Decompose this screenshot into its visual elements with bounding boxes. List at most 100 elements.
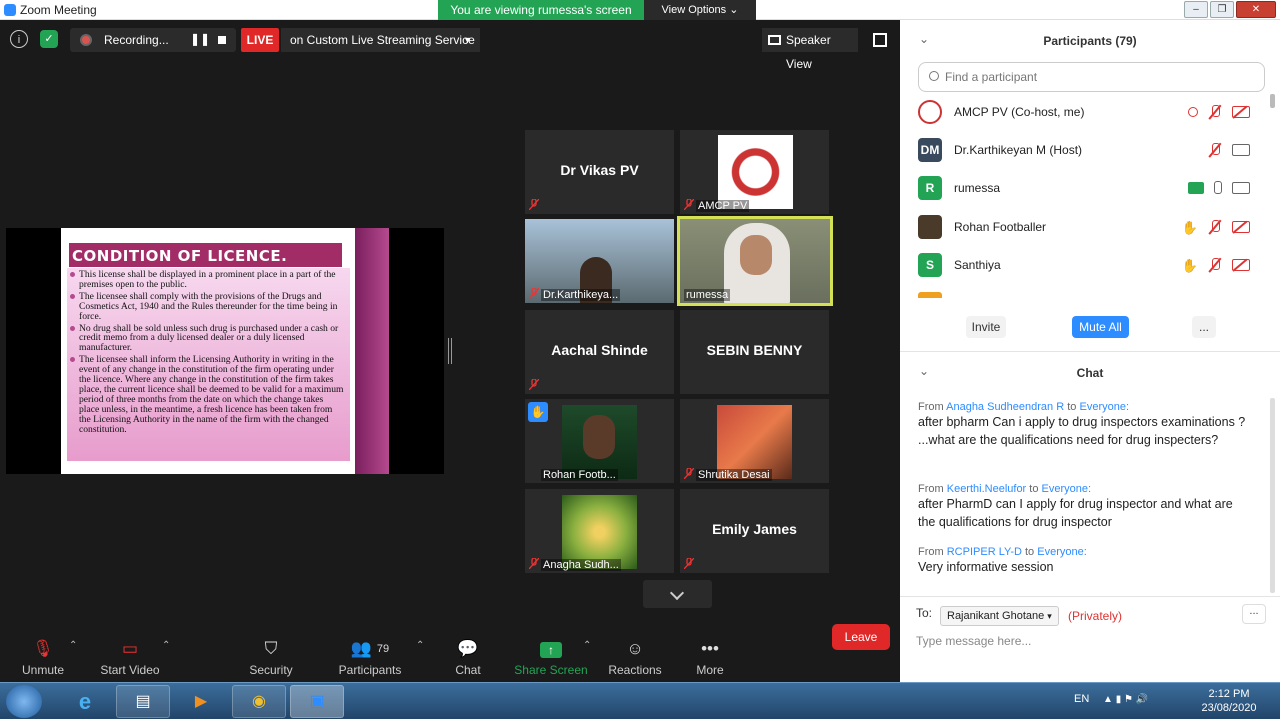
restore-icon[interactable]: ❐ [1210,1,1234,18]
participant-row[interactable]: AMCP PV (Co-host, me) [900,93,1272,131]
chat-recipient[interactable]: Everyone: [1079,401,1129,413]
camera-icon[interactable] [1232,182,1250,194]
recipient-value: Rajanikant Ghotane [947,610,1045,622]
invite-button[interactable]: Invite [966,316,1006,338]
zoom-app-icon [4,4,16,16]
internet-explorer-icon[interactable]: e [58,685,112,718]
mute-all-button[interactable]: Mute All [1072,316,1129,338]
chat-recipient[interactable]: Everyone: [1037,546,1087,558]
camera-off-icon[interactable] [1232,259,1250,271]
share-screen-button[interactable]: ↑ Share Screen ⌃ [509,638,593,682]
minimize-icon[interactable]: – [1184,1,1208,18]
recipient-select[interactable]: Rajanikant Ghotane ▾ [940,606,1059,626]
participant-row[interactable]: S Santhiya ✋ [900,246,1272,284]
reactions-button[interactable]: ☺ Reactions [593,638,677,682]
flag-icon[interactable]: ⚑ [1124,694,1133,705]
participant-name: Santhiya [954,258,1001,272]
slide-bullet: The licensee shall inform the Licensing … [70,354,344,435]
mic-icon[interactable] [1214,181,1222,194]
chat-scrollbar[interactable] [1270,398,1275,593]
chat-sender[interactable]: Anagha Sudheendran R [946,401,1064,413]
live-service-dropdown[interactable]: on Custom Live Streaming Service ▼ [281,28,480,52]
chat-sender[interactable]: Keerthi.Neelufor [947,483,1027,495]
participant-row[interactable]: DM Dr.Karthikeyan M (Host) [900,131,1272,169]
start-video-button[interactable]: ▭ Start Video ⌃ [88,638,172,682]
speaker-view-button[interactable]: Speaker View [762,28,858,71]
gallery-next-page-button[interactable] [643,580,712,608]
unmute-button[interactable]: 🎙 Unmute ⌃ [1,638,85,682]
stop-icon[interactable] [218,36,226,44]
video-tile[interactable]: Dr Vikas PV [525,130,674,214]
mic-off-icon[interactable] [1208,143,1222,157]
language-indicator[interactable]: EN [1074,693,1089,705]
pause-icon[interactable]: ❚❚ [190,32,210,46]
chevron-up-icon[interactable]: ⌃ [69,640,77,651]
recording-status: Recording... ❚❚ [70,28,236,52]
participant-row[interactable]: R rumessa [900,169,1272,207]
participant-name: Emily James [712,521,797,537]
system-clock[interactable]: 2:12 PM 23/08/2020 [1198,687,1260,715]
video-tile[interactable]: SEBIN BENNY [680,310,829,394]
participants-button[interactable]: 👥 79 Participants ⌃ [328,638,425,682]
avatar: DM [918,138,942,162]
leave-button[interactable]: Leave [832,624,890,650]
shared-screen: CONDITION OF LICENCE. This license shall… [6,228,444,474]
participant-search-input[interactable]: Find a participant [918,62,1265,92]
participant-photo [717,405,792,479]
mic-off-icon[interactable] [1208,220,1222,234]
participants-count: 79 [376,643,390,655]
mic-off-icon[interactable] [1208,258,1222,272]
slide-body: This license shall be displayed in a pro… [67,268,350,461]
video-tile-active-speaker[interactable]: rumessa [677,216,833,306]
presentation-slide: CONDITION OF LICENCE. This license shall… [61,228,389,474]
media-player-icon[interactable]: ▶ [174,685,228,718]
participant-status-icons [1188,181,1250,194]
grid-icon [768,35,781,45]
video-tile[interactable]: Dr.Karthikeya... [525,219,674,303]
start-video-label: Start Video [100,663,160,677]
more-button[interactable]: ••• More [668,638,752,682]
camera-off-icon[interactable] [1232,221,1250,233]
security-button[interactable]: ⛉ Security [229,638,313,682]
chevron-up-icon[interactable]: ⌃ [416,640,424,651]
chevron-up-icon[interactable]: ⌃ [583,640,591,651]
video-tile[interactable]: ✋ Rohan Footb... [525,399,674,483]
camera-icon[interactable] [1232,144,1250,156]
chat-recipient[interactable]: Everyone: [1042,483,1092,495]
video-tile[interactable]: Aachal Shinde [525,310,674,394]
video-tile[interactable]: Anagha Sudh... [525,489,674,573]
participants-title: Participants (79) [1043,34,1137,48]
info-icon[interactable]: i [10,30,28,48]
chat-meta: From Anagha Sudheendran R to Everyone: [918,401,1253,413]
video-tile[interactable]: Shrutika Desai [680,399,829,483]
chevron-up-icon[interactable]: ⌃ [162,640,170,651]
network-icon[interactable]: ▮ [1116,694,1122,705]
windows-start-icon[interactable] [6,685,42,718]
video-tile[interactable]: Emily James [680,489,829,573]
chrome-icon[interactable]: ◉ [232,685,286,718]
video-tile[interactable]: AMCP PV [680,130,829,214]
volume-icon[interactable]: 🔊 [1136,694,1148,705]
recording-icon [1188,107,1198,117]
chat-message-input[interactable]: Type message here... [916,634,1031,648]
close-icon[interactable]: ✕ [1236,1,1276,18]
mic-off-icon[interactable] [1208,105,1222,119]
chat-sender[interactable]: RCPIPER LY-D [947,546,1022,558]
chat-more-button[interactable]: ... [1242,604,1266,624]
shield-icon[interactable]: ✓ [40,30,58,48]
zoom-taskbar-icon[interactable]: ▣ [290,685,344,718]
clock-date: 23/08/2020 [1201,702,1257,714]
participants-scrollbar[interactable] [1270,94,1275,108]
more-options-button[interactable]: ... [1192,316,1216,338]
slide-decoration [355,228,389,474]
camera-off-icon[interactable] [1232,106,1250,118]
participant-row[interactable]: Rohan Footballer ✋ [900,208,1272,246]
participant-name: SEBIN BENNY [706,342,803,358]
view-options-button[interactable]: View Options ⌄ [644,0,756,20]
chevron-up-icon[interactable]: ▲ [1103,694,1113,705]
fullscreen-icon[interactable] [873,33,887,47]
unmute-label: Unmute [21,663,65,677]
chat-button[interactable]: 💬 Chat [426,638,510,682]
file-explorer-icon[interactable]: ▤ [116,685,170,718]
split-handle[interactable] [448,338,452,364]
